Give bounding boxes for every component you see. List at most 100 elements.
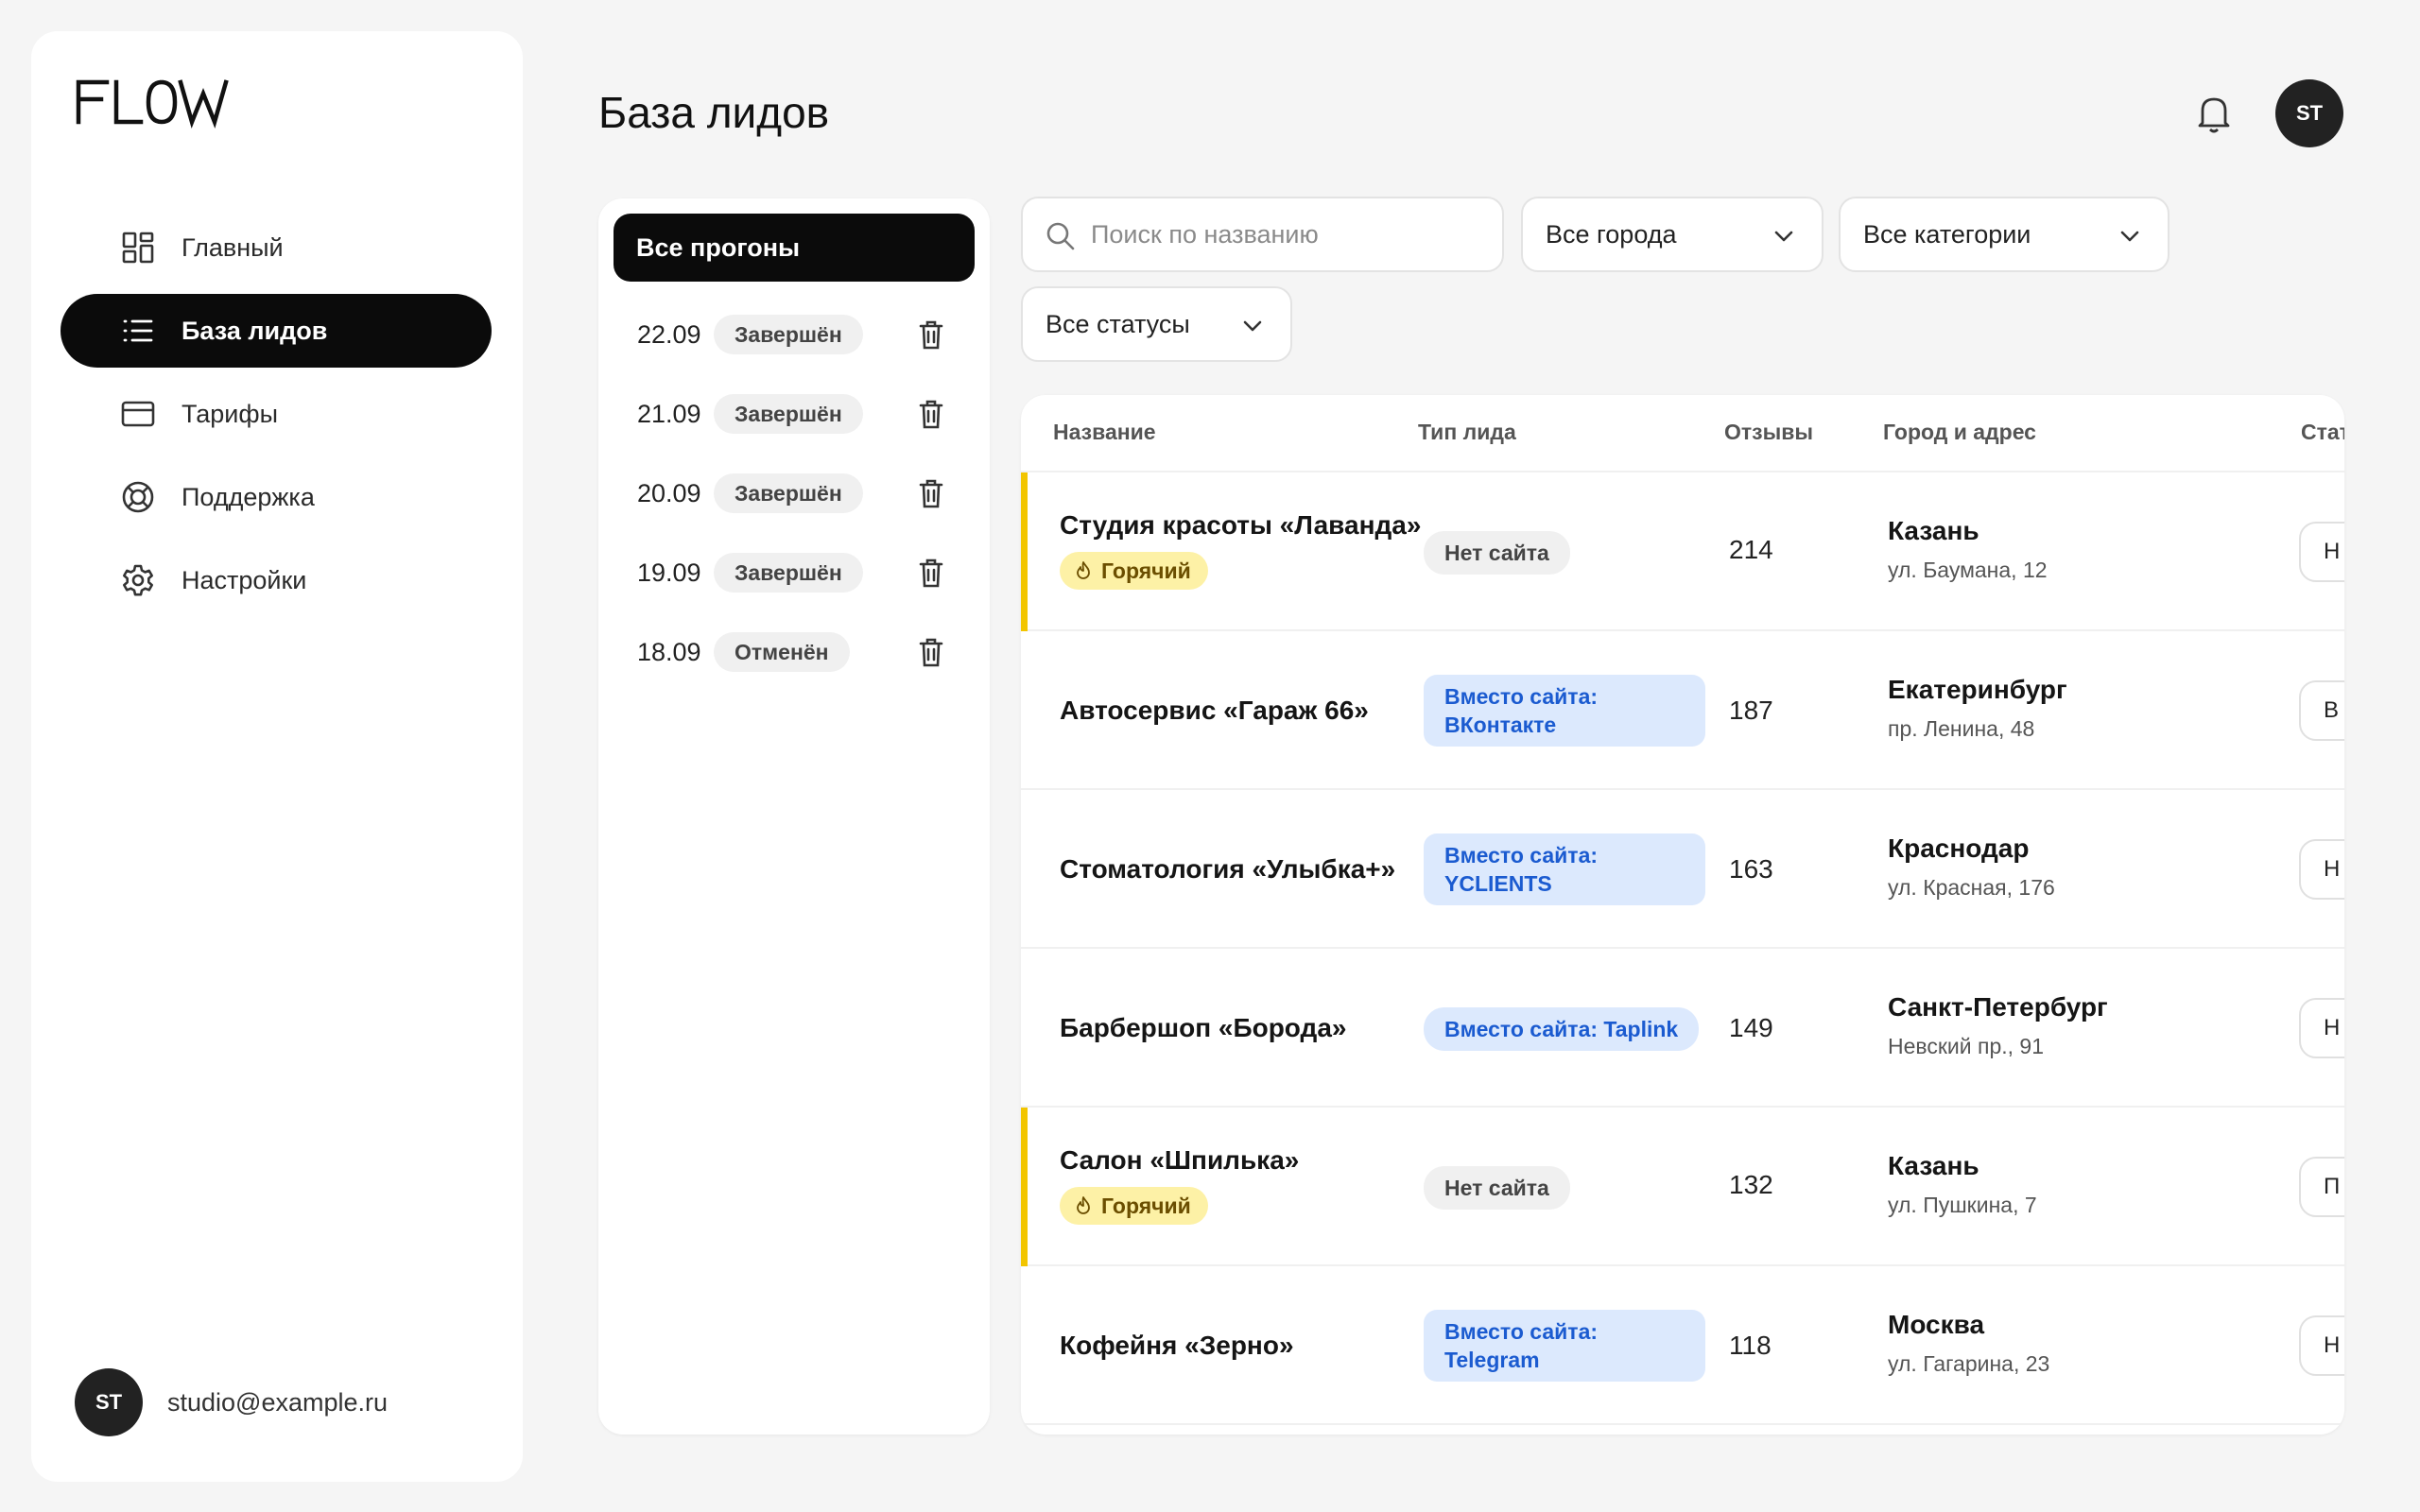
column-header-reviews[interactable]: Отзывы <box>1724 420 1813 445</box>
run-date: 19.09 <box>637 558 701 587</box>
sidebar-item-tariffs[interactable]: Тарифы <box>60 377 492 451</box>
address: Невский пр., 91 <box>1888 1034 2045 1058</box>
dashboard-grid-icon <box>122 232 154 264</box>
status-select-row[interactable]: Н <box>2299 522 2344 582</box>
sidebar-item-main[interactable]: Главный <box>60 211 492 284</box>
table-row[interactable]: Кофейня «Зерно» Вместо сайта: Telegram 1… <box>1021 1266 2344 1425</box>
flow-logo[interactable] <box>75 73 235 129</box>
run-item[interactable]: 19.09 Завершён <box>598 544 990 601</box>
status-select-row[interactable]: Н <box>2299 1315 2344 1376</box>
lead-name: Автосервис «Гараж 66» <box>1060 696 1369 725</box>
gear-icon <box>123 564 153 596</box>
lead-name: Студия красоты «Лаванда» <box>1060 510 1422 540</box>
sidebar-user[interactable]: ST studio@example.ru <box>75 1368 388 1436</box>
sidebar-item-label: База лидов <box>182 316 328 345</box>
run-status-badge: Завершён <box>714 473 863 513</box>
run-date: 18.09 <box>637 637 701 666</box>
flame-icon <box>1077 561 1090 579</box>
sidebar-item-label: Настройки <box>182 565 307 594</box>
run-date: 20.09 <box>637 478 701 507</box>
lead-type-badge: Вместо сайта: Taplink <box>1424 1007 1700 1051</box>
reviews-count: 187 <box>1729 696 1773 725</box>
column-header-city[interactable]: Город и адрес <box>1883 420 2036 445</box>
lead-type-badge: Нет сайта <box>1424 1166 1570 1210</box>
list-icon <box>123 319 153 342</box>
sidebar-nav: Главный База лидов Тарифы Поддержка Наст… <box>60 211 492 627</box>
status-select-value: Все статусы <box>1046 309 1190 338</box>
reviews-count: 132 <box>1729 1170 1773 1199</box>
lead-name: Барбершоп «Борода» <box>1060 1013 1347 1042</box>
table-row[interactable]: Автосервис «Гараж 66» Вместо сайта: ВКон… <box>1021 631 2344 790</box>
run-item[interactable]: 20.09 Завершён <box>598 465 990 522</box>
status-select-row[interactable]: В <box>2299 680 2344 741</box>
city: Екатеринбург <box>1888 675 2067 704</box>
sidebar: Главный База лидов Тарифы Поддержка Наст… <box>31 31 523 1482</box>
city-select-value: Все города <box>1546 219 1677 249</box>
status-select[interactable]: Все статусы <box>1021 286 1292 362</box>
hot-badge: Горячий <box>1060 1187 1208 1225</box>
trash-icon[interactable] <box>916 636 946 668</box>
city: Москва <box>1888 1310 1985 1339</box>
table-row[interactable]: Барбершоп «Борода» Вместо сайта: Taplink… <box>1021 949 2344 1108</box>
trash-icon[interactable] <box>916 398 946 430</box>
sidebar-item-support[interactable]: Поддержка <box>60 460 492 534</box>
trash-icon[interactable] <box>916 318 946 351</box>
chevron-down-icon <box>1774 231 1793 242</box>
table-row[interactable]: Салон «Шпилька» Горячий Нет сайта 132 Ка… <box>1021 1108 2344 1266</box>
run-date: 21.09 <box>637 399 701 428</box>
lead-type-badge: Вместо сайта: Telegram <box>1424 1310 1705 1382</box>
run-status-badge: Завершён <box>714 394 863 434</box>
avatar: ST <box>75 1368 143 1436</box>
chevron-down-icon <box>2120 231 2139 242</box>
column-header-status[interactable]: Стат <box>2301 420 2344 445</box>
status-select-row[interactable]: Н <box>2299 998 2344 1058</box>
lifebuoy-icon <box>122 481 154 513</box>
chevron-down-icon <box>1243 320 1262 332</box>
run-status-badge: Завершён <box>714 315 863 354</box>
header-avatar[interactable]: ST <box>2275 79 2343 147</box>
city: Казань <box>1888 516 1979 545</box>
bell-icon[interactable] <box>2195 93 2233 134</box>
search-input[interactable] <box>1091 208 1488 261</box>
hot-badge-label: Горячий <box>1101 558 1191 583</box>
column-header-name[interactable]: Название <box>1053 420 1156 445</box>
city: Казань <box>1888 1151 1979 1180</box>
page-title: База лидов <box>598 88 830 137</box>
column-header-type[interactable]: Тип лида <box>1418 420 1516 445</box>
category-select[interactable]: Все категории <box>1839 197 2169 272</box>
search-box[interactable] <box>1021 197 1504 272</box>
hot-badge: Горячий <box>1060 552 1208 590</box>
reviews-count: 149 <box>1729 1013 1773 1042</box>
run-item[interactable]: 22.09 Завершён <box>598 306 990 363</box>
credit-card-icon <box>121 401 155 427</box>
table-row[interactable]: Студия красоты «Лаванда» Горячий Нет сай… <box>1021 472 2344 631</box>
trash-icon[interactable] <box>916 557 946 589</box>
run-item[interactable]: 18.09 Отменён <box>598 624 990 680</box>
runs-panel: Все прогоны 22.09 Завершён 21.09 Завершё… <box>598 198 990 1435</box>
address: ул. Пушкина, 7 <box>1888 1193 2037 1217</box>
sidebar-item-leads[interactable]: База лидов <box>60 294 492 368</box>
city-select[interactable]: Все города <box>1521 197 1824 272</box>
address: ул. Красная, 176 <box>1888 875 2055 900</box>
reviews-count: 214 <box>1729 535 1773 564</box>
address: пр. Ленина, 48 <box>1888 716 2035 741</box>
sidebar-item-settings[interactable]: Настройки <box>60 543 492 617</box>
status-select-row[interactable]: Н <box>2299 839 2344 900</box>
all-runs-button[interactable]: Все прогоны <box>614 214 975 282</box>
user-email: studio@example.ru <box>167 1387 389 1417</box>
leads-table: Название Тип лида Отзывы Город и адрес С… <box>1021 395 2344 1435</box>
lead-name: Салон «Шпилька» <box>1060 1145 1300 1175</box>
lead-type-badge: Вместо сайта: YCLIENTS <box>1424 833 1705 905</box>
status-select-row[interactable]: П <box>2299 1157 2344 1217</box>
trash-icon[interactable] <box>916 477 946 509</box>
run-date: 22.09 <box>637 319 701 349</box>
run-status-badge: Завершён <box>714 553 863 593</box>
sidebar-item-label: Тарифы <box>182 399 279 428</box>
table-row[interactable]: Стоматология «Улыбка+» Вместо сайта: YCL… <box>1021 790 2344 949</box>
category-select-value: Все категории <box>1863 219 2031 249</box>
run-item[interactable]: 21.09 Завершён <box>598 386 990 442</box>
flame-icon <box>1077 1196 1090 1214</box>
city: Краснодар <box>1888 833 2030 863</box>
hot-badge-label: Горячий <box>1101 1193 1191 1218</box>
sidebar-item-label: Главный <box>182 232 284 262</box>
